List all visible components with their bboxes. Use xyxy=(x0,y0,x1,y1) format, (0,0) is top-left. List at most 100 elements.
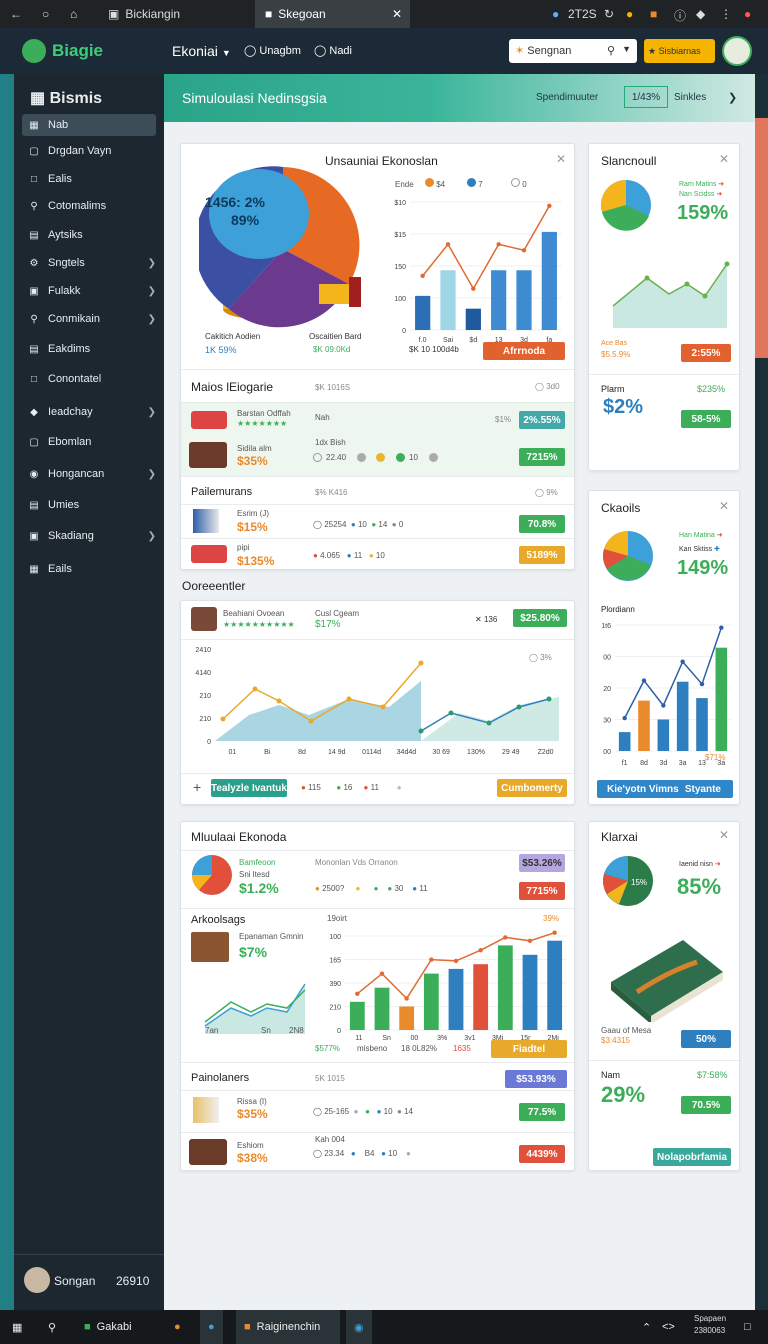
menu-dropdown[interactable]: Ekoniai ▼ xyxy=(172,43,231,59)
table-row[interactable]: Eshiom $38% Kah 004 ◯ 23.34 ● B4 ● 10 ● … xyxy=(181,1132,574,1170)
table-row[interactable]: Esrim (J) $15% ◯ 25254 ● 10 ● 14 ● 0 70.… xyxy=(181,504,574,538)
metric-pill-2[interactable]: 58-5% xyxy=(681,410,731,428)
divider xyxy=(181,369,574,370)
primary-button[interactable]: Tealyzle Ivantuk xyxy=(211,779,287,797)
metric-pill[interactable]: 2:55% xyxy=(681,344,731,362)
notifications-button[interactable]: □ xyxy=(736,1310,759,1344)
table-row[interactable]: Rissa (I) $35% ◯ 25-165 ● ● ● 10 ● 14 77… xyxy=(181,1090,574,1132)
taskbar-app-edge[interactable]: ● xyxy=(200,1310,223,1344)
row-pill[interactable]: 5189% xyxy=(519,546,565,564)
close-icon[interactable]: ✕ xyxy=(719,152,729,166)
sidebar-item-label: Fulakk xyxy=(48,285,81,297)
secondary-button[interactable]: Cumbomerty xyxy=(497,779,567,797)
sidebar-item-8[interactable]: ▤ Eakdims xyxy=(22,338,156,360)
metric-pill[interactable]: 50% xyxy=(681,1030,731,1048)
close-icon[interactable]: ✕ xyxy=(556,152,566,166)
flag-icon[interactable]: ■ xyxy=(650,7,657,21)
shield-icon[interactable]: ● xyxy=(552,7,559,21)
table-row[interactable]: Sidila alm $35% 1dx Bish 22.40 10 7215% xyxy=(181,436,574,476)
subsection-pill[interactable]: $53.93% xyxy=(505,1070,567,1088)
sidebar-item-3[interactable]: ⚲ Cotomalims xyxy=(22,195,156,217)
sidebar-item-12[interactable]: ◉ Hongancan ❯ xyxy=(22,463,156,485)
sidebar-item-4[interactable]: ▤ Aytsiks xyxy=(22,224,156,246)
taskbar-app-3[interactable]: ◉ xyxy=(346,1310,372,1344)
banner-value[interactable]: 1/43% xyxy=(624,86,668,108)
sync-icon[interactable]: ↻ xyxy=(604,7,614,21)
browser-tab-2[interactable]: ■ Skegoan ✕ xyxy=(255,0,410,28)
refresh-icon[interactable]: ○ xyxy=(42,7,49,21)
dots-icon[interactable]: ⋮ xyxy=(720,7,732,21)
banner-action[interactable]: Sinkles xyxy=(674,92,706,103)
table-row[interactable]: Barstan Odffah ★★★★★★★ Nah $1% 2%.55% xyxy=(181,402,574,436)
user-avatar[interactable] xyxy=(24,1267,50,1293)
tray-code[interactable]: <> xyxy=(654,1310,683,1344)
sidebar-item-9[interactable]: □ Conontatel xyxy=(22,368,156,390)
browser-tab-1[interactable]: ▣ Bickiangin xyxy=(98,0,246,28)
close-tab-icon[interactable]: ✕ xyxy=(392,7,402,21)
item-pill[interactable]: $25.80% xyxy=(513,609,567,627)
bar xyxy=(399,1006,415,1030)
sidebar-item-6[interactable]: ▣ Fulakk ❯ xyxy=(22,280,156,302)
info-icon[interactable]: ⓘ xyxy=(674,7,686,24)
sidebar-item-5[interactable]: ⚙ Sngtels ❯ xyxy=(22,252,156,274)
back-icon[interactable]: ← xyxy=(10,7,22,21)
banner-link[interactable]: Spendimuuter xyxy=(536,92,598,103)
tag-icon[interactable]: ◆ xyxy=(696,7,705,21)
card-footer-button[interactable]: Kie'yotn Vimns Styante xyxy=(597,780,733,798)
sidebar-item-15[interactable]: ▦ Eails xyxy=(22,558,156,580)
table-row[interactable]: pipi $135% ● 4.065 ● 11 ● 10 5189% xyxy=(181,538,574,570)
taskbar-app-browser[interactable]: ● xyxy=(166,1310,189,1344)
close-icon[interactable]: ✕ xyxy=(719,828,729,842)
chevron-right-icon: ❯ xyxy=(147,406,156,418)
chevron-right-icon[interactable]: ❯ xyxy=(728,91,737,104)
chart-value: 39% xyxy=(543,914,560,923)
home-icon[interactable]: ⌂ xyxy=(70,7,77,21)
sidebar-item-7[interactable]: ⚲ Conmikain ❯ xyxy=(22,308,156,330)
row-pill[interactable]: 2%.55% xyxy=(519,411,565,429)
row-pill[interactable]: 77.5% xyxy=(519,1103,565,1121)
row-pill[interactable]: 70.8% xyxy=(519,515,565,533)
footer-value-2: 1635 xyxy=(453,1044,471,1053)
x-tick-label: 3% xyxy=(437,1035,447,1042)
x-tick-label: 3a xyxy=(679,760,687,767)
bar xyxy=(657,719,670,751)
row-pill[interactable]: 7715% xyxy=(519,882,565,900)
column-pill[interactable]: $53.26% xyxy=(519,854,565,872)
item-meta: ✕ 136 xyxy=(475,615,497,624)
taskbar-app-2[interactable]: ■ Raiginenchin xyxy=(236,1310,340,1344)
search-taskbar-button[interactable]: ⚲ xyxy=(40,1310,64,1344)
sidebar-item-13[interactable]: ▤ Umies xyxy=(22,494,156,516)
sidebar-item-1[interactable]: ▢ Drgdan Vayn xyxy=(22,140,156,162)
row-pill[interactable]: 4439% xyxy=(519,1145,565,1163)
tray-label: Spapaen xyxy=(694,1314,727,1323)
footer-button[interactable]: Nolapobrfamia xyxy=(653,1148,731,1166)
sidebar-item-14[interactable]: ▣ Skadiang ❯ xyxy=(22,525,156,547)
search-input[interactable]: ✶ Sengnan ⚲ ▼ xyxy=(509,39,637,63)
row-dots: ◯ 25-165 ● ● ● 10 ● 14 xyxy=(313,1107,414,1116)
line-point xyxy=(478,948,483,953)
notification-icon[interactable]: ● xyxy=(744,7,751,21)
nav-link-1[interactable]: ◯ Unagbm xyxy=(244,44,301,57)
row-pill[interactable]: 7215% xyxy=(519,448,565,466)
legend-dots: ● 115 ● 16 ● 11 ● xyxy=(301,783,402,792)
sidebar-item-11[interactable]: ▢ Ebomlan xyxy=(22,431,156,453)
nav-link-2[interactable]: ◯ Nadi xyxy=(314,44,352,57)
item-name: Bamfeoon xyxy=(239,858,276,867)
plus-square-icon: ▣ xyxy=(29,530,39,542)
taskbar-app-1[interactable]: ■ Gakabi xyxy=(76,1310,158,1344)
sidebar-item-2[interactable]: □ Ealis xyxy=(22,168,156,190)
divider xyxy=(181,850,574,851)
start-button[interactable]: ▦ xyxy=(4,1310,30,1344)
add-icon[interactable]: + xyxy=(193,779,201,795)
chart-action-button[interactable]: Afrrnoda xyxy=(483,342,565,360)
sidebar-item-0[interactable]: ▦ Nab xyxy=(22,114,156,136)
avatar[interactable] xyxy=(722,36,752,66)
footer-button[interactable]: Fiadtel xyxy=(491,1040,567,1058)
sidebar-item-10[interactable]: ◆ Ieadchay ❯ xyxy=(22,401,156,423)
metric-pill-2[interactable]: 70.5% xyxy=(681,1096,731,1114)
close-icon[interactable]: ✕ xyxy=(475,615,482,624)
line-point xyxy=(380,704,386,710)
close-icon[interactable]: ✕ xyxy=(719,499,729,513)
coin-icon[interactable]: ● xyxy=(626,7,633,21)
primary-button[interactable]: ★ Sisbiarnas xyxy=(644,39,715,63)
